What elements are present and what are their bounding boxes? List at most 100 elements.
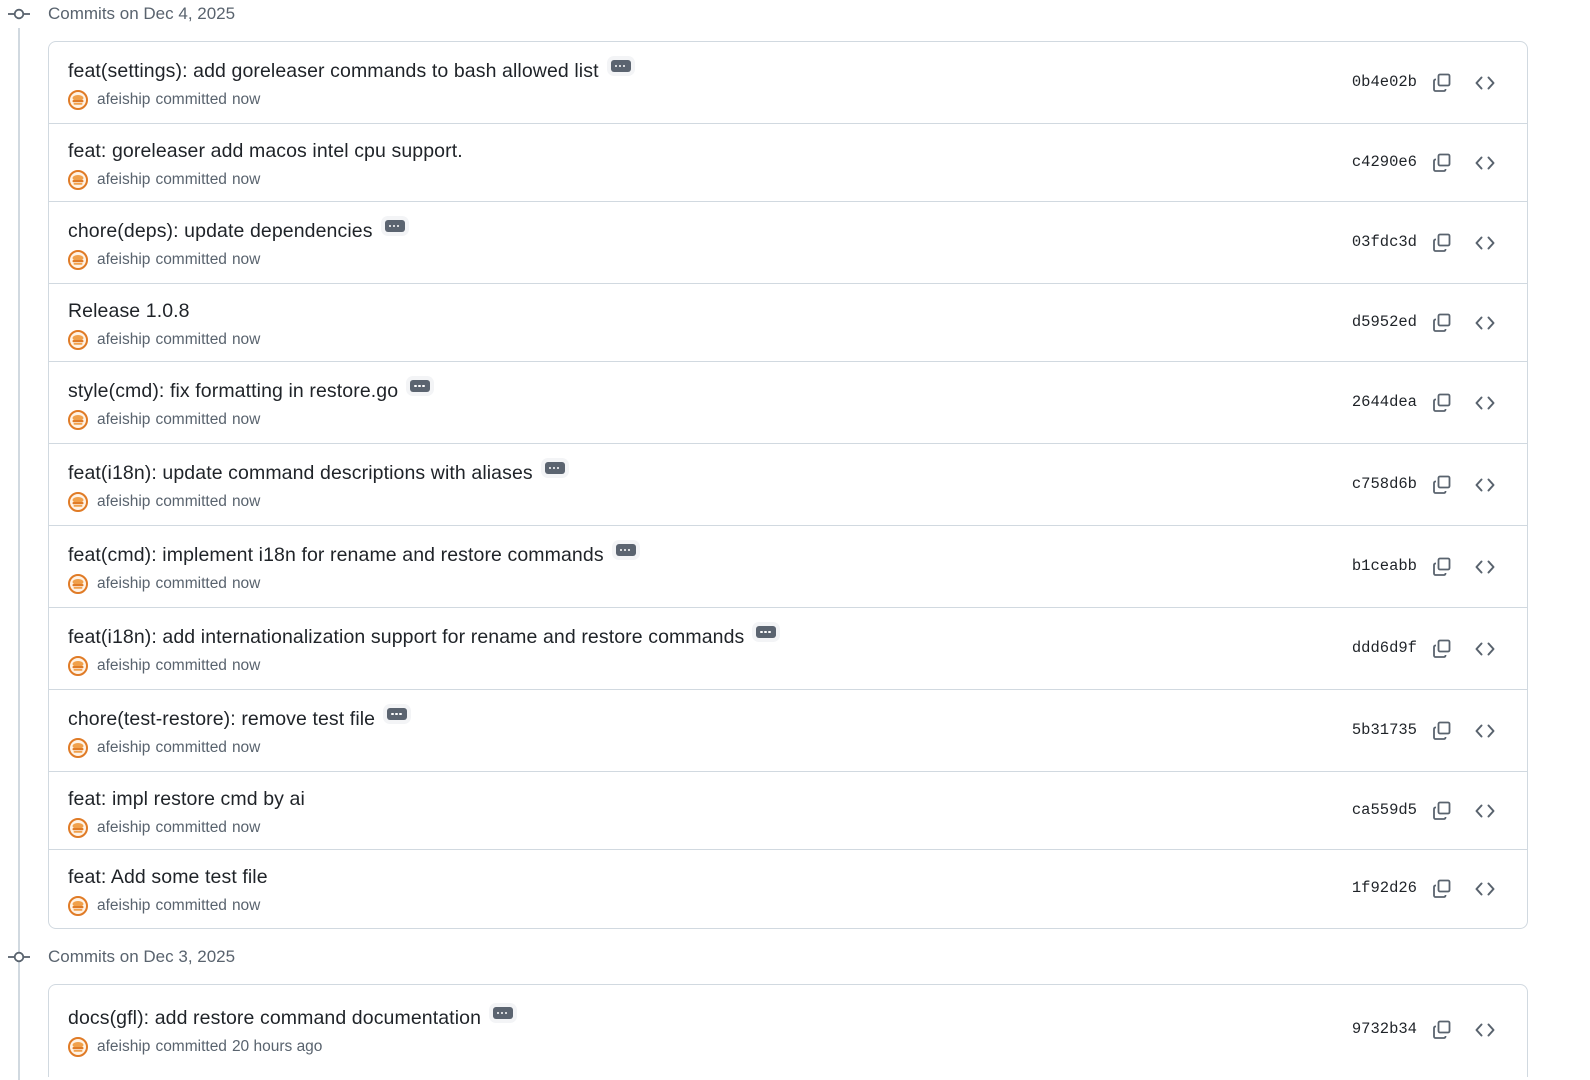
user-avatar-icon[interactable] <box>68 492 88 512</box>
commit-action-label: committed <box>155 331 227 348</box>
commit-sha-link[interactable]: c758d6b <box>1352 475 1417 493</box>
commit-message-link[interactable]: chore(deps): update dependencies <box>68 220 373 243</box>
commit-message: style(cmd): fix formatting in restore.go <box>68 379 431 403</box>
commit-time: now <box>231 896 261 914</box>
commit-time: now <box>231 251 261 268</box>
code-icon[interactable] <box>1473 71 1497 95</box>
user-avatar-icon[interactable] <box>68 656 88 676</box>
code-icon[interactable] <box>1473 1018 1497 1042</box>
commit-author-link[interactable]: afeiship <box>97 411 150 429</box>
kebab-horizontal-icon[interactable] <box>756 625 777 638</box>
copy-icon[interactable] <box>1430 473 1454 497</box>
user-avatar-icon[interactable] <box>68 574 88 594</box>
commit-list: feat(settings): add goreleaser commands … <box>48 41 1528 929</box>
user-avatar-icon[interactable] <box>68 90 88 110</box>
user-avatar-icon[interactable] <box>68 170 88 190</box>
commit-author-link[interactable]: afeiship <box>97 1038 150 1056</box>
code-icon[interactable] <box>1473 391 1497 415</box>
commit-row: Release 1.0.8 afeiship committed now d5952e… <box>49 284 1527 362</box>
commit-author-link[interactable]: afeiship <box>97 575 150 593</box>
commit-time: now <box>231 575 261 592</box>
commit-action-label: committed <box>155 171 227 188</box>
copy-icon[interactable] <box>1430 71 1454 95</box>
code-icon[interactable] <box>1473 151 1497 175</box>
commit-action-label: committed <box>155 91 227 108</box>
commit-message-link[interactable]: feat(i18n): update command descriptions … <box>68 462 533 485</box>
kebab-horizontal-icon[interactable] <box>610 59 631 72</box>
kebab-horizontal-icon[interactable] <box>387 707 408 720</box>
commit-message-link[interactable]: style(cmd): fix formatting in restore.go <box>68 380 398 403</box>
code-icon[interactable] <box>1473 877 1497 901</box>
commit-time: now <box>231 91 261 108</box>
code-icon[interactable] <box>1473 799 1497 823</box>
commit-action-label: committed <box>155 251 227 268</box>
commit-time: now <box>231 657 261 674</box>
commit-author-link[interactable]: afeiship <box>97 171 150 189</box>
code-icon[interactable] <box>1473 231 1497 255</box>
copy-icon[interactable] <box>1430 151 1454 175</box>
code-icon[interactable] <box>1473 311 1497 335</box>
commit-sha-link[interactable]: d5952ed <box>1352 313 1417 331</box>
commit-message-link[interactable]: feat(settings): add goreleaser commands … <box>68 60 599 83</box>
copy-icon[interactable] <box>1430 637 1454 661</box>
commit-sha-link[interactable]: 5b31735 <box>1352 721 1417 739</box>
code-icon[interactable] <box>1473 719 1497 743</box>
code-icon[interactable] <box>1473 637 1497 661</box>
commit-action-label: committed <box>155 819 227 836</box>
copy-icon[interactable] <box>1430 1018 1454 1042</box>
kebab-horizontal-icon[interactable] <box>384 219 405 232</box>
commit-message-link[interactable]: feat(cmd): implement i18n for rename and… <box>68 544 604 567</box>
commit-row: feat: impl restore cmd by ai afeiship com… <box>49 772 1527 850</box>
copy-icon[interactable] <box>1430 799 1454 823</box>
copy-icon[interactable] <box>1430 555 1454 579</box>
user-avatar-icon[interactable] <box>68 330 88 350</box>
commit-timeline: Commits on Dec 4, 2025 feat(settings): ad… <box>0 0 1590 1080</box>
copy-icon[interactable] <box>1430 877 1454 901</box>
commit-author-link[interactable]: afeiship <box>97 819 150 837</box>
commit-sha-link[interactable]: ddd6d9f <box>1352 639 1417 657</box>
kebab-horizontal-icon[interactable] <box>615 543 636 556</box>
commit-author-link[interactable]: afeiship <box>97 251 150 269</box>
commit-sha-link[interactable]: 1f92d26 <box>1352 879 1417 897</box>
commit-sha-link[interactable]: c4290e6 <box>1352 153 1417 171</box>
commit-message: Release 1.0.8 <box>68 300 190 323</box>
commit-sha-link[interactable]: 9732b34 <box>1352 1020 1417 1038</box>
code-icon[interactable] <box>1473 473 1497 497</box>
user-avatar-icon[interactable] <box>68 738 88 758</box>
copy-icon[interactable] <box>1430 391 1454 415</box>
commit-author-link[interactable]: afeiship <box>97 739 150 757</box>
commit-message-link[interactable]: chore(test-restore): remove test file <box>68 708 375 731</box>
commit-message-link[interactable]: docs(gfl): add restore command documenta… <box>68 1007 481 1030</box>
commit-message-link[interactable]: feat(i18n): add internationalization sup… <box>68 626 744 649</box>
user-avatar-icon[interactable] <box>68 895 88 916</box>
commit-row: feat(i18n): add internationalization sup… <box>49 608 1527 690</box>
user-avatar-icon[interactable] <box>68 818 88 838</box>
kebab-horizontal-icon[interactable] <box>493 1006 514 1019</box>
commit-message-link[interactable]: feat: impl restore cmd by ai <box>68 788 305 811</box>
user-avatar-icon[interactable] <box>68 410 88 430</box>
commit-sha-link[interactable]: ca559d5 <box>1352 801 1417 819</box>
copy-icon[interactable] <box>1430 719 1454 743</box>
commit-author-link[interactable]: afeiship <box>97 657 150 675</box>
copy-icon[interactable] <box>1430 311 1454 335</box>
commit-message: feat(i18n): add internationalization sup… <box>68 625 777 649</box>
copy-icon[interactable] <box>1430 231 1454 255</box>
user-avatar-icon[interactable] <box>68 250 88 270</box>
commit-row: chore(deps): update dependencies afeishi… <box>49 202 1527 284</box>
commit-sha-link[interactable]: 03fdc3d <box>1352 233 1417 251</box>
commit-sha-link[interactable]: 2644dea <box>1352 393 1417 411</box>
commit-author-link[interactable]: afeiship <box>97 493 150 511</box>
user-avatar-icon[interactable] <box>68 1037 88 1057</box>
kebab-horizontal-icon[interactable] <box>544 461 565 474</box>
commit-time: now <box>231 331 261 348</box>
commit-author-link[interactable]: afeiship <box>97 897 150 915</box>
commit-author-link[interactable]: afeiship <box>97 91 150 109</box>
commit-sha-link[interactable]: 0b4e02b <box>1352 73 1417 91</box>
commit-message-link[interactable]: feat: Add some test file <box>68 866 268 889</box>
code-icon[interactable] <box>1473 555 1497 579</box>
commit-author-link[interactable]: afeiship <box>97 331 150 349</box>
commit-message-link[interactable]: feat: goreleaser add macos intel cpu sup… <box>68 140 463 163</box>
commit-sha-link[interactable]: b1ceabb <box>1352 557 1417 575</box>
commit-message-link[interactable]: Release 1.0.8 <box>68 300 190 323</box>
kebab-horizontal-icon[interactable] <box>410 379 431 392</box>
